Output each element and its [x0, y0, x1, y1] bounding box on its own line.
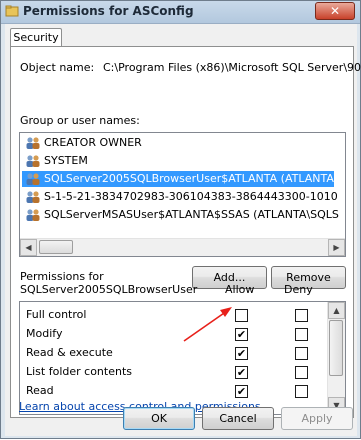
permission-row: List folder contents ✔ — [20, 363, 320, 381]
scroll-thumb[interactable] — [39, 240, 73, 254]
permission-name: Read — [26, 384, 54, 397]
vertical-scrollbar[interactable]: ▲ ▼ — [327, 302, 345, 414]
deny-checkbox[interactable] — [295, 328, 308, 341]
permission-name: Modify — [26, 327, 63, 340]
permission-name: Read & execute — [26, 346, 113, 359]
user-group-icon — [26, 137, 40, 149]
group-list-item[interactable]: SQLServerMSASUser$ATLANTA$SSAS (ATLANTA\… — [22, 207, 339, 223]
deny-checkbox[interactable] — [295, 309, 308, 322]
object-name-value: C:\Program Files (x86)\Microsoft SQL Ser… — [103, 61, 361, 74]
group-list-item-label: SQLServer2005SQLBrowserUser$ATLANTA (ATL… — [44, 172, 345, 185]
permission-name: List folder contents — [26, 365, 132, 378]
allow-checkbox[interactable] — [235, 309, 248, 322]
deny-checkbox[interactable] — [295, 366, 308, 379]
group-list-item-label: SQLServerMSASUser$ATLANTA$SSAS (ATLANTA\… — [44, 208, 339, 221]
user-group-icon — [26, 209, 40, 221]
permission-row: Full control — [20, 306, 320, 324]
window-title: Permissions for ASConfig — [23, 4, 194, 18]
allow-checkbox[interactable]: ✔ — [235, 328, 248, 341]
permissions-for-label: Permissions for — [20, 270, 104, 283]
user-group-icon — [26, 191, 40, 203]
group-list-item[interactable]: S-1-5-21-3834702983-306104383-3864443300… — [22, 189, 338, 205]
scroll-up-button[interactable]: ▲ — [328, 302, 345, 319]
group-list-item[interactable]: SQLServer2005SQLBrowserUser$ATLANTA (ATL… — [22, 171, 345, 187]
horizontal-scrollbar[interactable]: ◀ ▶ — [20, 238, 345, 256]
group-list-item-label: S-1-5-21-3834702983-306104383-3864443300… — [44, 190, 338, 203]
deny-checkbox[interactable] — [295, 347, 308, 360]
permissions-list[interactable]: Full control Modify ✔ Read & execute ✔ List f… — [19, 301, 346, 415]
title-bar[interactable]: Permissions for ASConfig ✕ — [1, 1, 360, 24]
allow-checkbox[interactable]: ✔ — [235, 385, 248, 398]
permissions-principal-label: SQLServer2005SQLBrowserUser — [20, 283, 198, 296]
allow-checkbox[interactable]: ✔ — [235, 347, 248, 360]
apply-button[interactable]: Apply — [281, 407, 353, 430]
deny-column-header: Deny — [284, 283, 313, 296]
group-user-listbox[interactable]: CREATOR OWNER SYSTEM SQLServer2005SQLBrows… — [19, 132, 346, 257]
permissions-dialog: Permissions for ASConfig ✕ Security Obje… — [0, 0, 361, 439]
permission-row: Read ✔ — [20, 382, 320, 400]
tab-security[interactable]: Security — [10, 28, 62, 47]
allow-column-header: Allow — [225, 283, 255, 296]
group-list-item-label: SYSTEM — [44, 154, 88, 167]
folder-icon — [5, 5, 19, 17]
ok-button[interactable]: OK — [123, 407, 195, 430]
permission-row: Read & execute ✔ — [20, 344, 320, 362]
vertical-scroll-thumb[interactable] — [329, 320, 343, 376]
scroll-left-button[interactable]: ◀ — [20, 239, 37, 256]
allow-checkbox[interactable]: ✔ — [235, 366, 248, 379]
user-group-icon — [26, 173, 40, 185]
group-names-label: Group or user names: — [20, 114, 140, 127]
group-list-item-label: CREATOR OWNER — [44, 136, 142, 149]
scroll-right-button[interactable]: ▶ — [328, 239, 345, 256]
security-tab-panel: Object name: C:\Program Files (x86)\Micr… — [10, 46, 361, 418]
deny-checkbox[interactable] — [295, 385, 308, 398]
permission-row: Modify ✔ — [20, 325, 320, 343]
user-group-icon — [26, 155, 40, 167]
group-list-item[interactable]: SYSTEM — [22, 153, 322, 169]
dialog-body: Security Object name: C:\Program Files (… — [5, 24, 361, 436]
cancel-button[interactable]: Cancel — [202, 407, 274, 430]
group-list-item[interactable]: CREATOR OWNER — [22, 135, 322, 151]
object-name-label: Object name: — [20, 61, 95, 74]
close-button[interactable]: ✕ — [315, 2, 355, 20]
permission-name: Full control — [26, 308, 87, 321]
